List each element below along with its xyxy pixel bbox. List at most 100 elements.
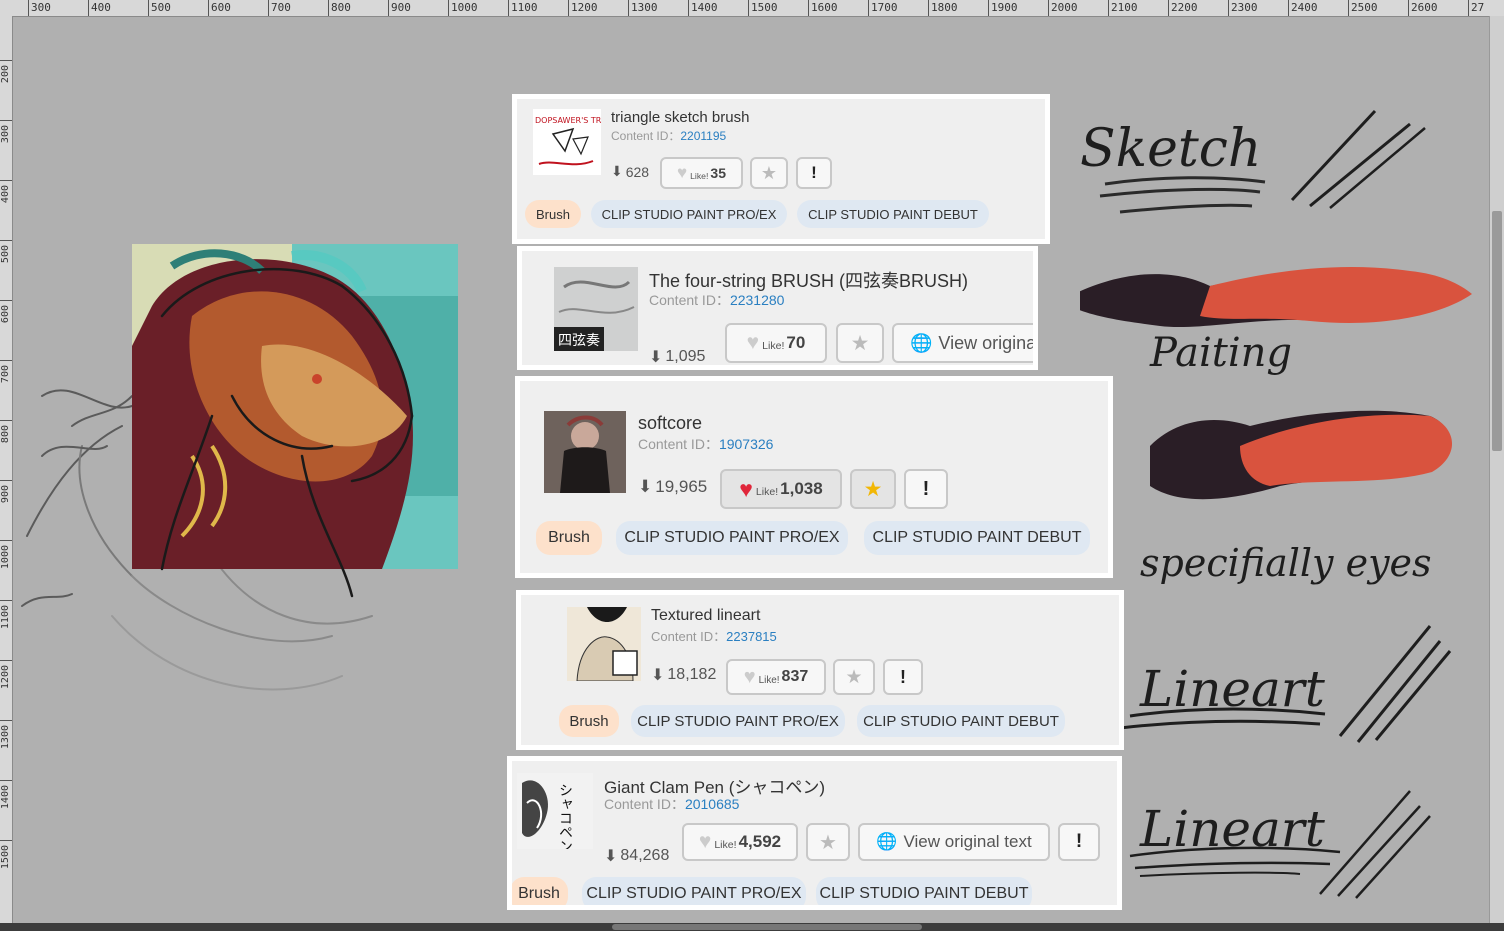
material-thumbnail[interactable]: [544, 411, 626, 493]
download-count: ⬇ 628: [611, 163, 650, 180]
ruler-tick: 2300: [1228, 0, 1258, 16]
ruler-tick: 500: [148, 0, 171, 16]
content-id: Content ID：1907326: [638, 436, 774, 452]
svg-text:DOPSAWER'S TRIANGLE BRUSH: DOPSAWER'S TRIANGLE BRUSH: [535, 116, 601, 125]
ruler-tick: 2100: [1108, 0, 1138, 16]
ruler-tick: 1300: [0, 720, 12, 749]
download-icon: ⬇: [638, 477, 653, 496]
ruler-tick: 1000: [0, 540, 12, 569]
ruler-tick: 2500: [1348, 0, 1378, 16]
download-count: ⬇ 1,095: [649, 348, 706, 366]
material-thumbnail[interactable]: 四弦奏: [554, 267, 638, 351]
category-tag[interactable]: Brush: [512, 877, 568, 905]
content-id-value[interactable]: 2010685: [685, 796, 740, 812]
material-card: シャコペン Giant Clam Pen (シャコペン) Content ID：…: [511, 760, 1118, 906]
ruler-tick: 1100: [0, 600, 12, 629]
heart-icon: ♥: [743, 665, 756, 688]
like-button[interactable]: ♥ Like! 1,038: [720, 469, 842, 509]
view-original-button[interactable]: 🌐 View origina: [892, 323, 1033, 363]
ruler-tick: 200: [0, 60, 12, 83]
ruler-tick: 2000: [1048, 0, 1078, 16]
ruler-tick: 1200: [568, 0, 598, 16]
category-tag[interactable]: Brush: [536, 521, 602, 555]
star-icon: ★: [850, 331, 870, 355]
horizontal-ruler: 300 400 500 600 700 800 900 1000 1100 1200 1300 140…: [0, 0, 1504, 17]
ruler-tick: 600: [208, 0, 231, 16]
content-id-value[interactable]: 2237815: [726, 629, 777, 644]
like-button[interactable]: ♥ Like! 837: [726, 659, 826, 695]
ruler-tick: 400: [88, 0, 111, 16]
ruler-tick: 2200: [1168, 0, 1198, 16]
ruler-tick: 600: [0, 300, 12, 323]
material-thumbnail[interactable]: シャコペン: [517, 773, 593, 849]
platform-tag[interactable]: CLIP STUDIO PAINT PRO/EX: [631, 705, 845, 737]
report-button[interactable]: !: [904, 469, 948, 509]
material-card: DOPSAWER'S TRIANGLE BRUSH triangle sketc…: [516, 98, 1046, 240]
report-button[interactable]: !: [883, 659, 923, 695]
material-thumbnail[interactable]: [567, 607, 641, 681]
ruler-tick: 27: [1468, 0, 1484, 16]
report-button[interactable]: !: [1058, 823, 1100, 861]
ruler-tick: 500: [0, 240, 12, 263]
content-id: Content ID：2010685: [604, 796, 740, 812]
favorite-button[interactable]: ★: [750, 157, 788, 189]
ruler-tick: 1500: [748, 0, 778, 16]
brush-notes: Sketch Paiting specifially eyes Lineart …: [1080, 109, 1472, 899]
content-id-value[interactable]: 2231280: [730, 292, 785, 308]
ruler-tick: 700: [0, 360, 12, 383]
content-id-value[interactable]: 2201195: [680, 129, 726, 143]
favorite-button[interactable]: ★: [806, 823, 850, 861]
material-card: Textured lineart Content ID：2237815 ⬇ 18,…: [520, 594, 1120, 746]
status-bar: [0, 923, 1504, 931]
like-button[interactable]: ♥ Like! 4,592: [682, 823, 798, 861]
ruler-tick: 800: [328, 0, 351, 16]
ruler-tick: 1000: [448, 0, 478, 16]
platform-tag[interactable]: CLIP STUDIO PAINT PRO/EX: [616, 521, 848, 555]
like-button[interactable]: ♥ Like! 35: [660, 157, 743, 189]
category-tag[interactable]: Brush: [525, 200, 581, 228]
platform-tag[interactable]: CLIP STUDIO PAINT DEBUT: [797, 200, 989, 228]
globe-icon: 🌐: [876, 832, 898, 851]
view-original-button[interactable]: 🌐 View original text: [858, 823, 1050, 861]
like-button[interactable]: ♥ Like! 70: [725, 323, 827, 363]
favorite-button[interactable]: ★: [850, 469, 896, 509]
platform-tag[interactable]: CLIP STUDIO PAINT PRO/EX: [591, 200, 787, 228]
favorite-button[interactable]: ★: [833, 659, 875, 695]
platform-tag[interactable]: CLIP STUDIO PAINT DEBUT: [864, 521, 1090, 555]
platform-tag[interactable]: CLIP STUDIO PAINT DEBUT: [816, 877, 1032, 905]
horizontal-scroll-thumb[interactable]: [612, 924, 922, 930]
ruler-tick: 400: [0, 180, 12, 203]
favorite-button[interactable]: ★: [836, 323, 884, 363]
vertical-scrollbar[interactable]: [1489, 16, 1504, 924]
report-button[interactable]: !: [796, 157, 832, 189]
ruler-tick: 1800: [928, 0, 958, 16]
ruler-tick: 1400: [688, 0, 718, 16]
material-card: 四弦奏 The four-string BRUSH (四弦奏BRUSH) Con…: [521, 250, 1034, 366]
material-title[interactable]: Textured lineart: [651, 607, 760, 625]
download-count: ⬇ 84,268: [604, 847, 670, 865]
category-tag[interactable]: Brush: [559, 705, 619, 737]
ruler-tick: 300: [0, 120, 12, 143]
download-icon: ⬇: [651, 667, 665, 684]
download-icon: ⬇: [649, 349, 663, 366]
ruler-tick: 700: [268, 0, 291, 16]
content-id-value[interactable]: 1907326: [719, 436, 774, 452]
platform-tag[interactable]: CLIP STUDIO PAINT PRO/EX: [582, 877, 806, 905]
svg-text:四弦奏: 四弦奏: [558, 333, 600, 349]
canvas-artwork: [21, 244, 458, 691]
ruler-tick: 1500: [0, 840, 12, 869]
material-thumbnail[interactable]: DOPSAWER'S TRIANGLE BRUSH: [533, 109, 601, 175]
platform-tag[interactable]: CLIP STUDIO PAINT DEBUT: [857, 705, 1065, 737]
material-title[interactable]: softcore: [638, 413, 702, 434]
ruler-tick: 1700: [868, 0, 898, 16]
heart-icon: ♥: [746, 331, 760, 354]
ruler-tick: 1600: [808, 0, 838, 16]
ruler-tick: 300: [28, 0, 51, 16]
svg-text:シャコペン: シャコペン: [557, 783, 573, 849]
material-title[interactable]: triangle sketch brush: [611, 109, 749, 126]
star-icon: ★: [819, 831, 837, 854]
ruler-tick: 1100: [508, 0, 538, 16]
vertical-scroll-thumb[interactable]: [1492, 211, 1502, 451]
material-card: softcore Content ID：1907326 ⬇ 19,965 ♥ Lik…: [519, 380, 1109, 574]
star-icon: ★: [760, 162, 778, 183]
